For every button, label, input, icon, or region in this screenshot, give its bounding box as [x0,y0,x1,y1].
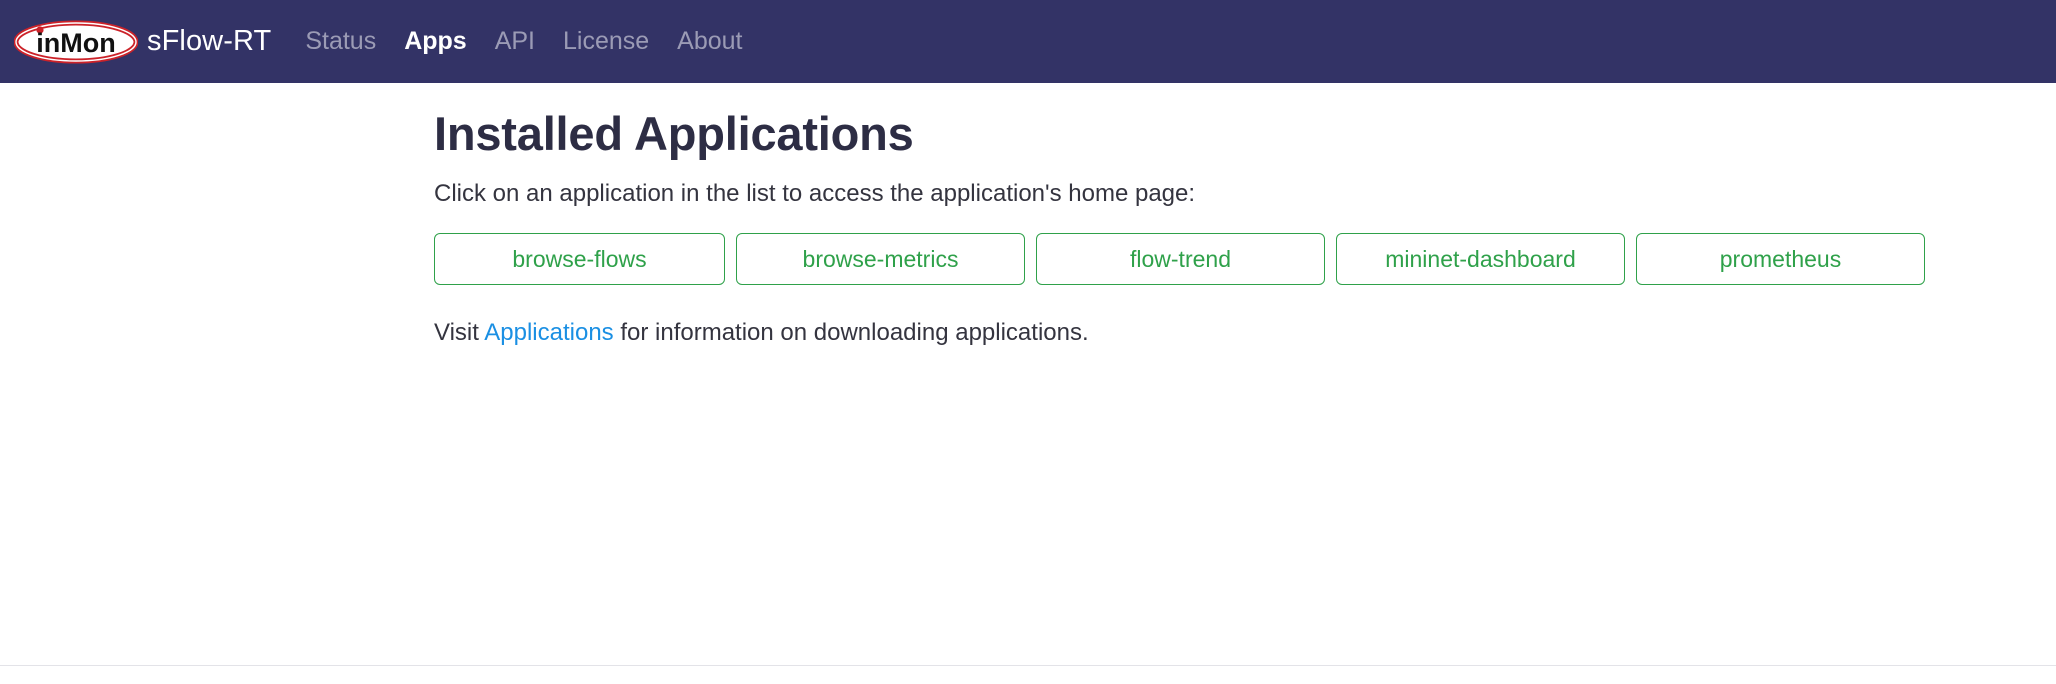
top-navbar: inMon sFlow-RT Status Apps API License A… [0,0,2056,83]
visit-suffix: for information on downloading applicati… [613,319,1089,347]
svg-text:inMon: inMon [36,28,115,58]
content-column: Installed Applications Click on an appli… [434,83,2056,348]
app-button-prometheus[interactable]: prometheus [1636,233,1925,286]
app-button-browse-flows[interactable]: browse-flows [434,233,725,286]
nav-item-apps[interactable]: Apps [404,29,467,54]
inmon-logo-icon: inMon [14,20,138,64]
applications-link[interactable]: Applications [484,319,613,346]
main-content: Installed Applications Click on an appli… [0,83,2056,666]
app-button-mininet-dashboard[interactable]: mininet-dashboard [1336,233,1625,286]
page-footer: Copyright © 2015-2024 InMon Corp. ALL RI… [0,665,2056,684]
downloads-info-text: Visit Applications for information on do… [434,317,2056,348]
nav-item-license[interactable]: License [563,29,649,54]
page-title: Installed Applications [434,107,914,160]
page-instruction-text: Click on an application in the list to a… [434,180,1196,208]
nav-item-status[interactable]: Status [305,29,376,54]
visit-prefix: Visit [434,319,485,347]
brand-product-name: sFlow-RT [147,25,272,57]
app-button-flow-trend[interactable]: flow-trend [1036,233,1325,286]
installed-applications-list: browse-flows browse-metrics flow-trend m… [434,233,2056,286]
nav-item-about[interactable]: About [677,29,742,54]
app-button-browse-metrics[interactable]: browse-metrics [736,233,1025,286]
main-nav: Status Apps API License About [305,29,742,54]
nav-item-api[interactable]: API [495,29,535,54]
brand-home-link[interactable]: inMon sFlow-RT [14,20,271,64]
